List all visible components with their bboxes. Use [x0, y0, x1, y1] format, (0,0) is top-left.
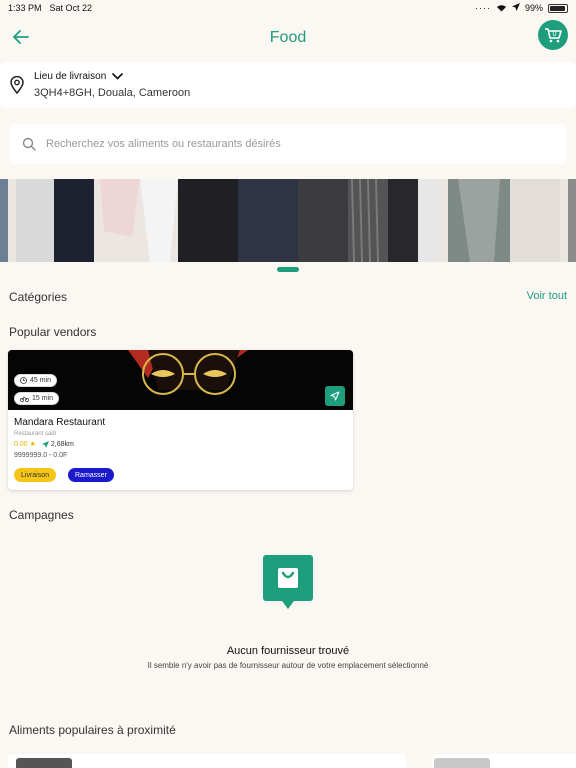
dots-icon: ····	[474, 3, 491, 13]
cart-button[interactable]: 0	[538, 20, 568, 50]
battery-percent: 99%	[524, 3, 543, 13]
location-address: 3QH4+8GH, Douala, Cameroon	[34, 87, 191, 99]
navigate-button[interactable]	[325, 386, 345, 406]
empty-store-icon	[263, 555, 313, 610]
cart-icon: 0	[545, 28, 562, 43]
delivery-location[interactable]: Lieu de livraison 3QH4+8GH, Douala, Came…	[0, 62, 576, 108]
food-card[interactable]	[8, 754, 406, 768]
location-label: Lieu de livraison	[34, 71, 107, 82]
eta-badge: 45 min	[14, 374, 58, 387]
search-bar[interactable]	[10, 124, 566, 164]
vendor-image	[8, 350, 353, 410]
empty-state-title: Aucun fournisseur trouvé	[226, 645, 350, 657]
app-header: Food 0	[0, 18, 576, 58]
banner-image	[0, 179, 576, 262]
vendor-distance: 2,68km	[50, 440, 74, 448]
distance-arrow-icon	[41, 440, 49, 448]
categories-title: Catégories	[9, 290, 68, 304]
vendor-meta: 0.00 ★ 2,68km	[14, 440, 74, 448]
vendor-subtitle: Restaurant sadi	[14, 431, 57, 437]
status-time: 1:33 PM	[8, 3, 42, 13]
empty-state-description: Il semble n'y avoir pas de fournisseur a…	[147, 661, 429, 670]
wifi-icon	[496, 3, 507, 14]
banner-indicator[interactable]	[277, 267, 299, 272]
popular-vendors-title: Popular vendors	[9, 325, 97, 339]
status-bar: 1:33 PM Sat Oct 22 ···· 99%	[0, 0, 576, 16]
chevron-down-icon[interactable]	[112, 73, 124, 80]
back-button[interactable]	[10, 26, 32, 48]
clock-icon	[20, 377, 27, 384]
arrow-left-icon	[13, 30, 29, 44]
status-date: Sat Oct 22	[49, 3, 93, 13]
battery-icon	[548, 3, 568, 13]
vendor-card[interactable]: 45 min 15 min Mandara Restaurant Restaur…	[8, 350, 353, 490]
map-pin-icon	[10, 76, 24, 94]
vendor-rating: 0.00 ★	[14, 441, 36, 448]
vendor-price-range: 9999999.0 - 0.0F	[14, 452, 68, 459]
popular-food-title: Aliments populaires à proximité	[9, 723, 176, 737]
search-input[interactable]	[46, 138, 526, 150]
see-all-link[interactable]: Voir tout	[527, 290, 567, 302]
campaigns-title: Campagnes	[9, 508, 74, 522]
delivery-tag: Livraison	[14, 468, 57, 482]
vendor-name: Mandara Restaurant	[14, 417, 106, 428]
svg-text:0: 0	[553, 31, 557, 38]
food-card[interactable]	[432, 754, 576, 768]
pickup-tag: Ramasser	[68, 468, 114, 482]
navigation-arrow-icon	[330, 391, 340, 401]
ride-time-badge: 15 min	[14, 392, 60, 405]
bike-icon	[20, 395, 29, 402]
page-title: Food	[269, 29, 307, 46]
location-arrow-icon	[511, 3, 520, 13]
search-icon	[22, 137, 36, 151]
promo-banner[interactable]	[0, 179, 576, 262]
